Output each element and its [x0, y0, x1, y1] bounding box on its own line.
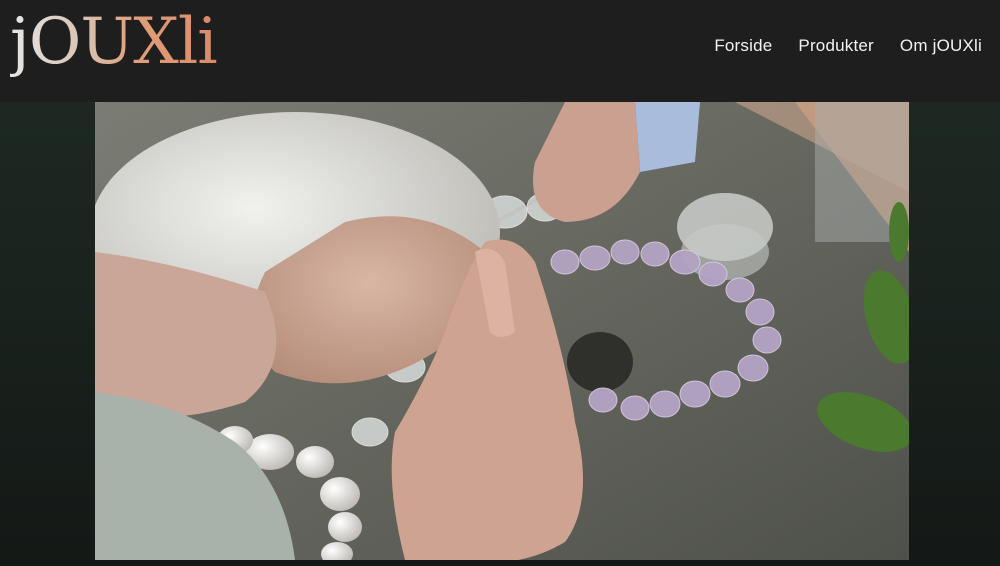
site-header: jOUXli Forside Produkter Om jOUXli	[0, 0, 1000, 102]
nav-link-om[interactable]: Om jOUXli	[900, 36, 982, 56]
nav-link-produkter[interactable]: Produkter	[798, 36, 874, 56]
hero-photo-illustration	[95, 102, 909, 560]
main-nav: Forside Produkter Om jOUXli	[714, 36, 982, 56]
nav-link-forside[interactable]: Forside	[714, 36, 772, 56]
hero-image	[95, 102, 909, 560]
site-logo[interactable]: jOUXli	[10, 0, 218, 86]
